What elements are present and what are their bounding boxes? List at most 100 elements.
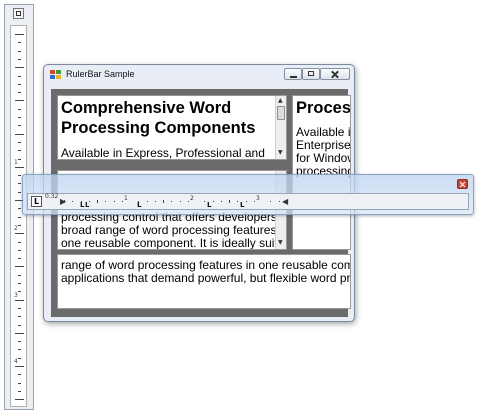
ruler-tick [237, 201, 239, 202]
ruler-tick [18, 274, 21, 276]
paragraph-line: one reusable component. It is ideally su… [61, 236, 287, 250]
ruler-tick [212, 201, 214, 202]
window-title: RulerBar Sample [66, 69, 135, 79]
text-editor-bottom[interactable]: range of word processing features in one… [57, 254, 351, 309]
ruler-tick [270, 201, 272, 202]
title-bar[interactable]: RulerBar Sample [44, 65, 354, 85]
ruler-tick [18, 249, 21, 251]
horizontal-ruler[interactable]: L 0.32 ▶ 1 2 3 L L L L L ◀ [27, 193, 469, 210]
ruler-tick [18, 258, 21, 260]
scrollbar-thumb[interactable] [277, 106, 285, 120]
ruler-tick [18, 175, 21, 177]
ruler-tick [18, 307, 21, 309]
ruler-tick [18, 183, 21, 185]
ruler-tick [15, 233, 24, 235]
ruler-tick [163, 200, 164, 203]
ruler-tick [18, 291, 21, 293]
ruler-tick [18, 83, 21, 85]
ruler-tick [18, 42, 21, 44]
ruler-tick [18, 158, 21, 160]
ruler-tick [154, 201, 156, 202]
ruler-tick [72, 201, 74, 202]
ruler-tick [18, 390, 21, 392]
document-heading: Proces [296, 99, 351, 117]
vertical-ruler-number: 1 [14, 159, 18, 166]
ruler-tick [80, 201, 82, 202]
minimize-button[interactable] [284, 68, 302, 80]
ruler-tick [245, 201, 247, 202]
ruler-tick [18, 141, 21, 143]
vertical-ruler-restore-button[interactable] [13, 8, 24, 19]
ruler-tick [18, 216, 21, 218]
ruler-tick [18, 50, 21, 52]
ruler-tick [18, 382, 21, 384]
ruler-tick [18, 108, 21, 110]
ruler-tick [15, 133, 24, 135]
ruler-tick [18, 125, 21, 127]
tab-stop-marker[interactable]: L [207, 202, 211, 209]
ruler-tick [220, 201, 222, 202]
ruler-number: 3 [256, 195, 260, 202]
ruler-number: 2 [190, 195, 194, 202]
ruler-position-label: 0.32 [45, 193, 59, 200]
ruler-tick [64, 200, 65, 203]
scroll-up-arrow-icon[interactable]: ▲ [278, 98, 283, 104]
ruler-tick [18, 324, 21, 326]
ruler-tick [179, 201, 181, 202]
ruler-tick [18, 349, 21, 351]
vertical-ruler-number: 3 [14, 292, 18, 299]
vertical-scrollbar[interactable]: ▲ ▼ [275, 96, 286, 159]
text-editor-top-right[interactable]: Proces Available in Enterprise for Windo… [292, 95, 351, 250]
ruler-tick [15, 67, 24, 69]
ruler-number: 1 [124, 195, 128, 202]
ruler-scale: 1 2 3 L L L L L [60, 195, 286, 209]
close-icon[interactable] [457, 179, 468, 189]
ruler-tick [113, 201, 115, 202]
text-editor-top-left[interactable]: Comprehensive Word Processing Components… [57, 95, 287, 160]
ruler-tick [15, 266, 24, 268]
heading-line: Processing Components [61, 119, 256, 137]
rulerbar-app-icon [50, 70, 61, 80]
ruler-tick [187, 201, 189, 202]
ruler-tick [15, 34, 24, 35]
paragraph: Available in Enterprise for Window proce… [296, 126, 350, 178]
ruler-tick [18, 75, 21, 77]
heading-line: Comprehensive Word [61, 99, 232, 117]
ruler-tick [229, 200, 230, 203]
maximize-button[interactable] [302, 68, 320, 80]
ruler-tick [171, 201, 173, 202]
vertical-ruler-number: 4 [14, 358, 18, 365]
paragraph-line: Available in Express, Professional and [61, 146, 265, 160]
document-heading: Comprehensive Word Processing Components [61, 98, 255, 138]
scroll-down-arrow-icon[interactable]: ▼ [278, 240, 283, 246]
vertical-ruler[interactable]: 1 2 3 4 [10, 25, 27, 407]
ruler-tick [88, 201, 90, 202]
ruler-tick [18, 58, 21, 60]
ruler-tick [105, 201, 107, 202]
tab-type-selector[interactable]: L [31, 196, 42, 207]
ruler-tick [18, 150, 21, 152]
ruler-tick [18, 117, 21, 118]
paragraph-line: applications that demand powerful, but f… [61, 271, 351, 285]
ruler-tick [15, 166, 24, 168]
right-indent-marker-icon[interactable]: ◀ [282, 198, 288, 206]
paragraph: processing control that offers developer… [61, 211, 287, 250]
ruler-tick [15, 366, 24, 367]
close-button[interactable] [320, 68, 350, 80]
tab-stop-marker[interactable]: L [80, 202, 84, 209]
ruler-tick [18, 374, 21, 376]
horizontal-ruler-window[interactable]: L 0.32 ▶ 1 2 3 L L L L L ◀ [22, 174, 474, 215]
ruler-tick [18, 92, 21, 94]
ruler-tick [15, 399, 24, 401]
ruler-tick [97, 200, 98, 203]
ruler-tick [18, 316, 21, 318]
ruler-tick [138, 201, 140, 202]
ruler-tick [15, 100, 24, 102]
tab-stop-marker[interactable]: L [85, 202, 89, 209]
tab-stop-marker[interactable]: L [240, 202, 244, 209]
ruler-tick [18, 283, 21, 284]
paragraph: range of word processing features in one… [61, 259, 351, 285]
tab-stop-marker[interactable]: L [137, 202, 141, 209]
ruler-tick [18, 357, 21, 359]
scroll-down-arrow-icon[interactable]: ▼ [278, 150, 283, 156]
